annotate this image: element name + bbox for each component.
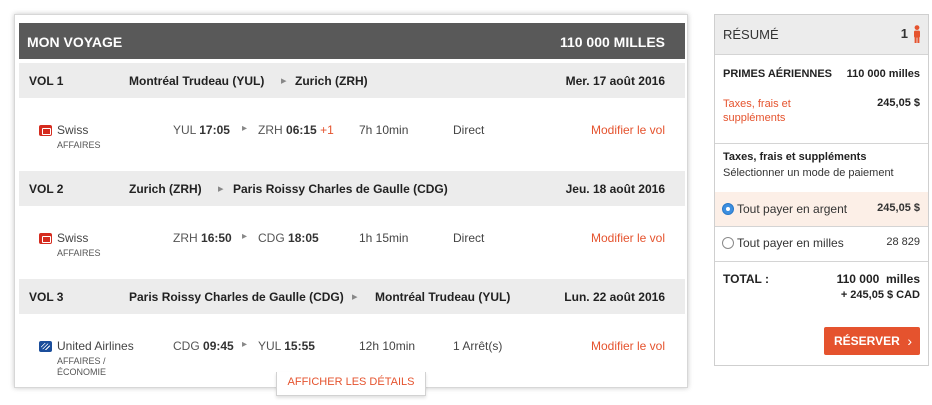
cabin-class: AFFAIRES / ÉCONOMIE	[57, 356, 107, 377]
segment-row-2: Swiss AFFAIRES ZRH 16:50 ▸ CDG 18:05 1h …	[19, 227, 685, 287]
flight-duration: 12h 10min	[359, 339, 416, 353]
leg-header-2: VOL 2 Zurich (ZRH) ▸ Paris Roissy Charle…	[19, 171, 685, 206]
pay-cash-value: 245,05 $	[877, 202, 920, 214]
reserve-button-label[interactable]: RÉSERVER	[834, 334, 900, 348]
leg-destination: Montréal Trudeau (YUL)	[375, 290, 511, 304]
taxes-link[interactable]: Taxes, frais et suppléments	[723, 97, 813, 125]
leg-header-1: VOL 1 Montréal Trudeau (YUL) ▸ Zurich (Z…	[19, 63, 685, 98]
cabin-class: AFFAIRES	[57, 248, 101, 258]
chevron-right-icon: ›	[907, 333, 912, 349]
show-details-link[interactable]: AFFICHER LES DÉTAILS	[276, 372, 426, 396]
swiss-logo-icon	[39, 233, 52, 244]
arrival: YUL 15:55	[258, 339, 315, 353]
flight-stops: Direct	[453, 123, 485, 137]
leg-date: Lun. 22 août 2016	[564, 290, 665, 304]
divider	[715, 261, 928, 262]
arrival: CDG 18:05	[258, 231, 319, 245]
leg-date: Jeu. 18 août 2016	[565, 182, 665, 196]
summary-panel: RÉSUMÉ 1 PRIMES AÉRIENNES 110 000 milles…	[714, 14, 929, 366]
carrier-name: United Airlines	[57, 339, 134, 353]
chevron-right-icon: ▸	[281, 75, 287, 87]
flight-duration: 7h 10min	[359, 123, 409, 137]
summary-header: RÉSUMÉ 1	[715, 15, 928, 55]
award-label: PRIMES AÉRIENNES	[723, 68, 833, 80]
departure: ZRH 16:50	[173, 231, 232, 245]
leg-origin: Montréal Trudeau (YUL)	[129, 74, 265, 88]
next-day-indicator: +1	[320, 123, 334, 137]
summary-title: RÉSUMÉ	[723, 27, 779, 42]
total-cash: + 245,05 $ CAD	[840, 289, 920, 301]
pay-cash-option[interactable]: Tout payer en argent 245,05 $	[715, 192, 928, 226]
total-miles: 110 000 milles	[836, 272, 920, 286]
award-value: 110 000 milles	[846, 68, 920, 80]
leg-label: VOL 2	[29, 182, 64, 196]
leg-origin: Paris Roissy Charles de Gaulle (CDG)	[129, 290, 344, 304]
radio-selected-icon[interactable]	[722, 203, 734, 215]
flight-stops: 1 Arrêt(s)	[453, 339, 503, 353]
person-icon	[914, 25, 920, 43]
leg-destination: Paris Roissy Charles de Gaulle (CDG)	[233, 182, 448, 196]
leg-origin: Zurich (ZRH)	[129, 182, 202, 196]
chevron-right-icon: ▸	[242, 123, 248, 134]
carrier-name: Swiss	[57, 231, 89, 245]
modify-flight-link[interactable]: Modifier le vol	[591, 339, 665, 353]
chevron-right-icon: ▸	[242, 231, 248, 242]
flight-stops: Direct	[453, 231, 485, 245]
cabin-class: AFFAIRES	[57, 140, 101, 150]
passenger-count: 1	[900, 26, 908, 41]
payment-prompt: Sélectionner un mode de paiement	[723, 167, 894, 179]
trip-total-miles: 110 000 MILLES	[559, 34, 665, 50]
divider	[715, 143, 928, 144]
swiss-logo-icon	[39, 125, 52, 136]
modify-flight-link[interactable]: Modifier le vol	[591, 123, 665, 137]
radio-unselected-icon[interactable]	[722, 237, 734, 249]
pay-cash-label[interactable]: Tout payer en argent	[737, 202, 847, 216]
chevron-right-icon: ▸	[242, 339, 248, 350]
reserve-button[interactable]: RÉSERVER ›	[824, 327, 920, 355]
carrier-name: Swiss	[57, 123, 89, 137]
total-label: TOTAL :	[723, 272, 769, 286]
taxes-value: 245,05 $	[877, 97, 920, 109]
chevron-right-icon: ▸	[352, 291, 358, 303]
leg-label: VOL 1	[29, 74, 64, 88]
united-airlines-logo-icon	[39, 341, 52, 352]
trip-header: MON VOYAGE 110 000 MILLES	[19, 23, 685, 59]
segment-row-1: Swiss AFFAIRES YUL 17:05 ▸ ZRH 06:15 +1 …	[19, 119, 685, 179]
leg-date: Mer. 17 août 2016	[565, 74, 665, 88]
pay-miles-value: 28 829	[886, 236, 920, 248]
chevron-right-icon: ▸	[218, 183, 224, 195]
taxes-section-title: Taxes, frais et suppléments	[723, 151, 867, 163]
departure: YUL 17:05	[173, 123, 230, 137]
trip-title: MON VOYAGE	[27, 34, 123, 50]
leg-destination: Zurich (ZRH)	[295, 74, 368, 88]
pay-miles-option[interactable]: Tout payer en milles 28 829	[715, 226, 928, 260]
leg-header-3: VOL 3 Paris Roissy Charles de Gaulle (CD…	[19, 279, 685, 314]
trip-card: MON VOYAGE 110 000 MILLES VOL 1 Montréal…	[14, 14, 688, 396]
arrival: ZRH 06:15 +1	[258, 123, 334, 137]
pay-miles-label[interactable]: Tout payer en milles	[737, 236, 844, 250]
modify-flight-link[interactable]: Modifier le vol	[591, 231, 665, 245]
departure: CDG 09:45	[173, 339, 234, 353]
leg-label: VOL 3	[29, 290, 64, 304]
flight-duration: 1h 15min	[359, 231, 409, 245]
